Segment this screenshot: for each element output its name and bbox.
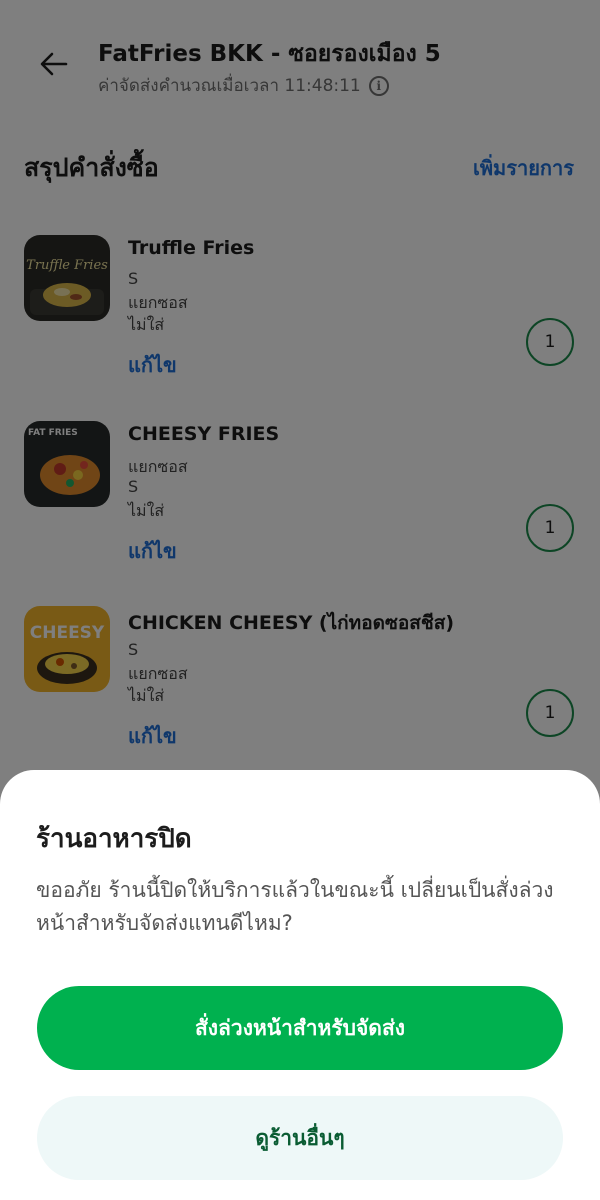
restaurant-closed-sheet: ร้านอาหารปิด ขออภัย ร้านนี้ปิดให้บริการแ… — [0, 770, 600, 1200]
schedule-order-button[interactable]: สั่งล่วงหน้าสำหรับจัดส่ง — [37, 986, 563, 1070]
browse-other-stores-button[interactable]: ดูร้านอื่นๆ — [37, 1096, 563, 1180]
sheet-title: ร้านอาหารปิด — [36, 824, 192, 854]
sheet-message: ขออภัย ร้านนี้ปิดให้บริการแล้วในขณะนี้ เ… — [36, 878, 554, 935]
